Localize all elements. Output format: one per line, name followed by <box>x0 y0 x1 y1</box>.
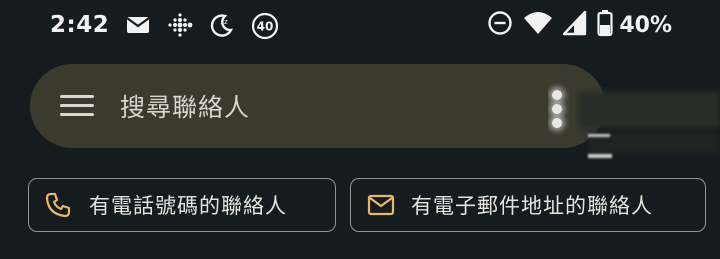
svg-text:z: z <box>224 18 228 26</box>
status-left: 2:42 z 40 <box>50 10 293 40</box>
status-right: 40% <box>477 10 672 40</box>
blurred-dots <box>552 90 562 132</box>
filter-chip-email[interactable]: 有電子郵件地址的聯絡人 <box>350 178 706 232</box>
status-bar: 2:42 z 40 40% <box>0 0 720 52</box>
status-time: 2:42 <box>50 12 110 38</box>
badge-40-icon: 40 <box>251 12 279 40</box>
do-not-disturb-icon <box>487 10 513 40</box>
cell-signal-icon <box>563 10 587 40</box>
search-placeholder[interactable]: 搜尋聯絡人 <box>120 88 250 124</box>
chip-email-label: 有電子郵件地址的聯絡人 <box>411 194 653 218</box>
email-icon <box>367 192 395 218</box>
blurred-avatar-region <box>548 62 720 187</box>
search-bar[interactable]: 搜尋聯絡人 <box>30 64 605 148</box>
chip-phone-label: 有電話號碼的聯絡人 <box>89 194 287 218</box>
wifi-icon <box>523 10 553 40</box>
filter-chip-phone[interactable]: 有電話號碼的聯絡人 <box>28 178 336 232</box>
battery-percent: 40% <box>619 12 672 38</box>
do-not-disturb-moon-icon: z <box>209 12 235 38</box>
phone-icon <box>45 192 71 218</box>
battery-icon <box>597 9 613 41</box>
mail-icon <box>125 12 151 38</box>
fitbit-icon <box>167 12 193 38</box>
badge-40-text: 40 <box>257 20 274 34</box>
hamburger-menu-icon[interactable] <box>60 95 94 117</box>
contacts-screen: 2:42 z 40 40% 搜尋聯絡人 有電話號碼的聯絡人 有電子郵件地址的聯絡… <box>0 0 720 259</box>
